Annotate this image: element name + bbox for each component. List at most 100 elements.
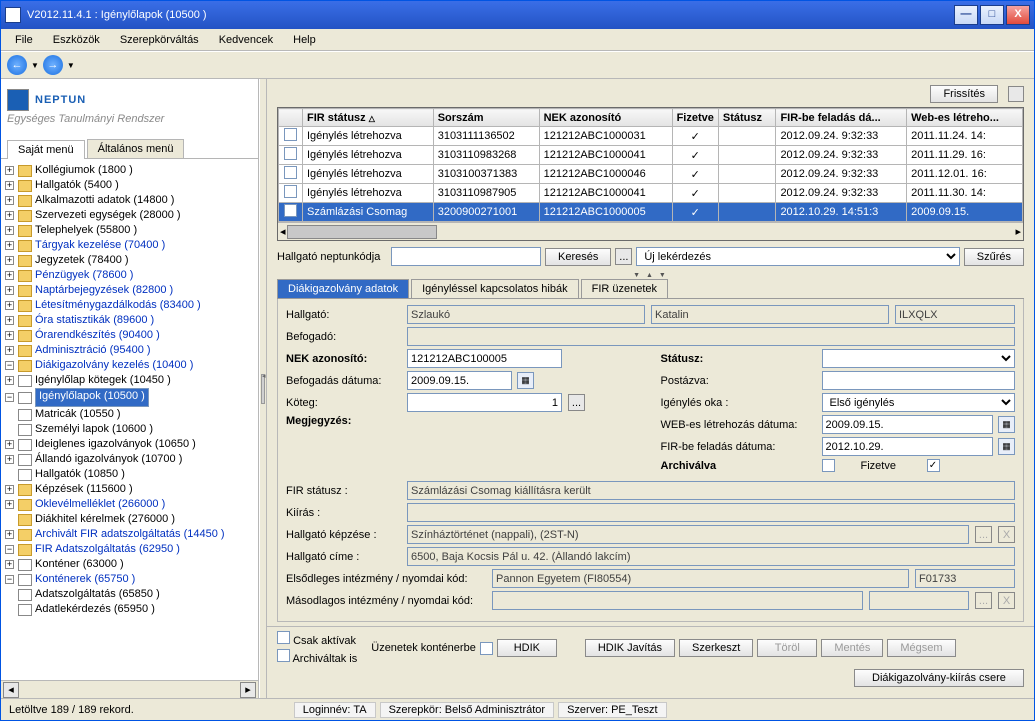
tree-item[interactable]: +Oklevélmelléklet (266000 ) (3, 497, 256, 512)
close-button[interactable]: X (1006, 5, 1030, 25)
student-label: Hallgató: (286, 309, 401, 321)
archived-checkbox-filter[interactable]: Archiváltak is (277, 649, 357, 665)
tree-item[interactable]: +Alkalmazotti adatok (14800 ) (3, 193, 256, 208)
web-date-picker-icon[interactable]: ▦ (998, 416, 1015, 433)
tree-item[interactable]: +Tárgyak kezelése (70400 ) (3, 238, 256, 253)
status-records: Letöltve 189 / 189 rekord. (9, 704, 134, 716)
filter-button[interactable]: Szűrés (964, 248, 1024, 266)
fir-status-field (407, 481, 1015, 500)
collapse-icon[interactable]: ▼ ▲ ▼ (267, 272, 1034, 279)
status-select[interactable] (822, 349, 1016, 368)
secondary-inst-lookup-button: ... (975, 592, 992, 609)
minimize-button[interactable]: — (954, 5, 978, 25)
scroll-right-icon[interactable]: ▸ (240, 682, 256, 698)
forward-button[interactable]: → (43, 55, 63, 75)
menu-help[interactable]: Help (285, 32, 324, 48)
tab-general-menu[interactable]: Általános menü (87, 139, 185, 158)
tree-item[interactable]: +Konténer (63000 ) (3, 557, 256, 572)
tree-item[interactable]: +Jegyzetek (78400 ) (3, 253, 256, 268)
menu-file[interactable]: File (7, 32, 41, 48)
grid-scroll-left-icon[interactable]: ◂ (280, 225, 286, 238)
tree-item[interactable]: +Hallgatók (5400 ) (3, 178, 256, 193)
maximize-button[interactable]: □ (980, 5, 1004, 25)
posted-input[interactable] (822, 371, 1016, 390)
table-row[interactable]: Igénylés létrehozva3103111136502121212AB… (279, 127, 1023, 146)
receive-date-picker-icon[interactable]: ▦ (517, 372, 534, 389)
tree-item[interactable]: +Ideiglenes igazolványok (10650 ) (3, 437, 256, 452)
tree-item[interactable]: Diákhitel kérelmek (276000 ) (3, 512, 256, 527)
search-options-button[interactable]: ... (615, 248, 632, 265)
tree-item[interactable]: +Állandó igazolványok (10700 ) (3, 452, 256, 467)
back-button[interactable]: ← (7, 55, 27, 75)
swap-button[interactable]: Diákigazolvány-kiírás csere (854, 669, 1024, 687)
grid-scroll-thumb[interactable] (287, 225, 437, 239)
refresh-button[interactable]: Frissítés (930, 85, 998, 103)
tree-item[interactable]: −FIR Adatszolgáltatás (62950 ) (3, 542, 256, 557)
tree-item[interactable]: −Konténerek (65750 ) (3, 572, 256, 587)
tree-item[interactable]: Matricák (10550 ) (3, 407, 256, 422)
tree-item[interactable]: +Igénylőlap kötegek (10450 ) (3, 373, 256, 388)
scroll-left-icon[interactable]: ◂ (3, 682, 19, 698)
msg-container-checkbox[interactable] (480, 642, 493, 655)
tree-item[interactable]: Hallgatók (10850 ) (3, 467, 256, 482)
pin-icon[interactable] (1008, 86, 1024, 102)
tree-item[interactable]: +Létesítménygazdálkodás (83400 ) (3, 298, 256, 313)
msg-container-label: Üzenetek konténerbe (371, 642, 476, 654)
nav-tree[interactable]: +Kollégiumok (1800 )+Hallgatók (5400 )+A… (1, 159, 258, 680)
tab-request-errors[interactable]: Igényléssel kapcsolatos hibák (411, 279, 579, 298)
menu-fav[interactable]: Kedvencek (211, 32, 281, 48)
web-date-input[interactable] (822, 415, 994, 434)
hdik-button[interactable]: HDIK (497, 639, 557, 657)
tree-item[interactable]: +Archivált FIR adatszolgáltatás (14450 ) (3, 527, 256, 542)
only-active-checkbox[interactable]: Csak aktívak (277, 631, 357, 647)
tree-item[interactable]: +Kollégiumok (1800 ) (3, 163, 256, 178)
grid-scroll-right-icon[interactable]: ▸ (1015, 225, 1021, 238)
tree-item[interactable]: +Naptárbejegyzések (82800 ) (3, 283, 256, 298)
batch-input[interactable] (407, 393, 562, 412)
menu-tools[interactable]: Eszközök (45, 32, 108, 48)
tree-hscrollbar[interactable]: ◂ ▸ (1, 680, 258, 698)
batch-lookup-button[interactable]: ... (568, 394, 585, 411)
tree-item[interactable]: +Adminisztráció (95400 ) (3, 343, 256, 358)
neptun-code-input[interactable] (391, 247, 541, 266)
primary-inst-code (915, 569, 1015, 588)
status-label: Státusz: (661, 353, 816, 365)
tab-fir-messages[interactable]: FIR üzenetek (581, 279, 668, 298)
fir-date-input[interactable] (822, 437, 994, 456)
menu-role[interactable]: Szerepkörváltás (112, 32, 207, 48)
tab-card-data[interactable]: Diákigazolvány adatok (277, 279, 409, 298)
archived-checkbox[interactable] (822, 459, 835, 472)
receive-date-input[interactable] (407, 371, 512, 390)
delete-button: Töröl (757, 639, 817, 657)
tree-item[interactable]: Adatlekérdezés (65950 ) (3, 602, 256, 617)
tree-item[interactable]: Adatszolgáltatás (65850 ) (3, 587, 256, 602)
secondary-inst-field (492, 591, 863, 610)
paid-checkbox[interactable]: ✓ (927, 459, 940, 472)
tab-own-menu[interactable]: Saját menü (7, 140, 85, 159)
table-row[interactable]: Igénylés létrehozva3103110987905121212AB… (279, 184, 1023, 203)
table-row[interactable]: Számlázási Csomag3200900271001121212ABC1… (279, 203, 1023, 222)
tree-item[interactable]: +Pénzügyek (78600 ) (3, 268, 256, 283)
nek-input[interactable] (407, 349, 562, 368)
query-select[interactable]: Új lekérdezés (636, 247, 959, 266)
forward-dropdown-icon[interactable]: ▼ (67, 61, 75, 70)
table-row[interactable]: Igénylés létrehozva3103110983268121212AB… (279, 146, 1023, 165)
reason-select[interactable]: Első igénylés (822, 393, 1016, 412)
splitter[interactable]: ◂ (259, 79, 267, 698)
edit-button[interactable]: Szerkeszt (679, 639, 753, 657)
primary-inst-label: Elsődleges intézmény / nyomdai kód: (286, 573, 486, 585)
search-button[interactable]: Keresés (545, 248, 611, 266)
tree-item[interactable]: +Órarendkészítés (90400 ) (3, 328, 256, 343)
tree-item[interactable]: Személyi lapok (10600 ) (3, 422, 256, 437)
tree-item[interactable]: +Telephelyek (55800 ) (3, 223, 256, 238)
tree-item[interactable]: −Diákigazolvány kezelés (10400 ) (3, 358, 256, 373)
fir-date-picker-icon[interactable]: ▦ (998, 438, 1015, 455)
tree-item[interactable]: +Szervezeti egységek (28000 ) (3, 208, 256, 223)
back-dropdown-icon[interactable]: ▼ (31, 61, 39, 70)
hdik-fix-button[interactable]: HDIK Javítás (585, 639, 675, 657)
tree-item[interactable]: −Igénylőlapok (10500 ) (3, 388, 256, 407)
table-row[interactable]: Igénylés létrehozva3103100371383121212AB… (279, 165, 1023, 184)
request-grid[interactable]: FIR státusz △SorszámNEK azonosítóFizetve… (277, 107, 1024, 241)
tree-item[interactable]: +Óra statisztikák (89600 ) (3, 313, 256, 328)
tree-item[interactable]: +Képzések (115600 ) (3, 482, 256, 497)
